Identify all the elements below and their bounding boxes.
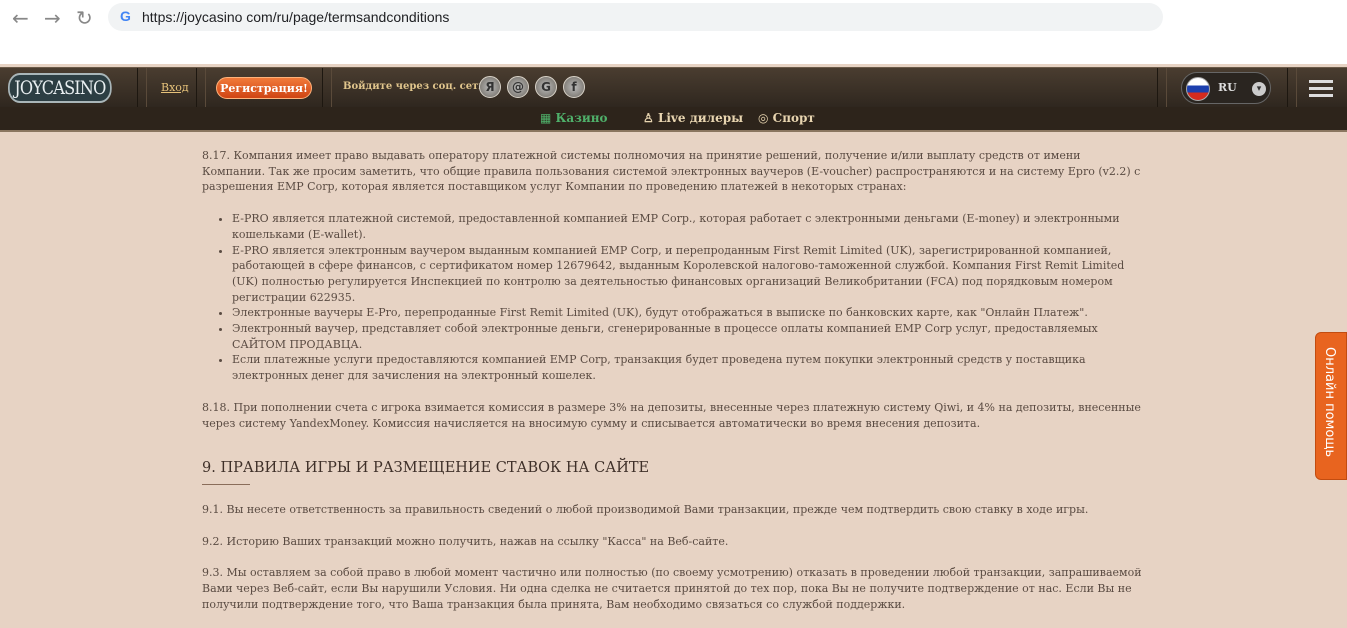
language-selector[interactable]: RU ▾: [1181, 72, 1271, 104]
language-label: RU: [1218, 81, 1237, 94]
divider: [137, 68, 147, 108]
help-label: Онлайн помощь: [1322, 347, 1337, 458]
tab-live-dealers[interactable]: ♙ Live дилеры: [643, 111, 743, 125]
list-item: E-PRO является электронным ваучером выда…: [232, 243, 1142, 306]
dealer-icon: ♙: [643, 111, 658, 125]
slot-icon: ▦: [540, 111, 556, 125]
google-icon: G: [120, 8, 131, 24]
list-item: E-PRO является платежной системой, предо…: [232, 211, 1142, 242]
terms-content: 8.17. Компания имеет право выдавать опер…: [202, 148, 1142, 628]
yandex-icon[interactable]: Я: [479, 76, 501, 98]
divider: [322, 68, 332, 108]
browser-toolbar: ← → ↻ Ghttps://joycasino com/ru/page/ter…: [0, 0, 1347, 64]
paragraph-9-1: 9.1. Вы несете ответственность за правил…: [202, 502, 1089, 516]
ball-icon: ◎: [758, 111, 773, 125]
category-tabs: ▦ Казино ♙ Live дилеры ◎ Спорт: [0, 107, 1347, 132]
list-item: Если платежные услуги предоставляются ко…: [232, 352, 1142, 383]
list-item: Электронный ваучер, представляет собой э…: [232, 321, 1142, 352]
tab-sport[interactable]: ◎ Спорт: [758, 111, 815, 125]
back-icon[interactable]: ←: [12, 6, 29, 30]
menu-icon[interactable]: [1309, 80, 1333, 101]
tab-label: Спорт: [772, 111, 815, 125]
login-link[interactable]: Вход: [161, 81, 189, 94]
russia-flag-icon: [1186, 77, 1210, 101]
logo[interactable]: JOYCASINO: [8, 73, 112, 103]
paragraph-9-2: 9.2. Историю Ваших транзакций можно полу…: [202, 534, 729, 548]
site-header: JOYCASINO Вход Регистрация! Войдите чере…: [0, 67, 1347, 108]
social-login-label: Войдите через соц. сети:: [343, 81, 490, 92]
paragraph-9-3: 9.3. Мы оставляем за собой право в любой…: [202, 566, 1142, 611]
paragraph-8-18: 8.18. При пополнении счета с игрока взим…: [202, 400, 1141, 430]
google-icon[interactable]: G: [535, 76, 557, 98]
address-bar[interactable]: Ghttps://joycasino com/ru/page/termsandc…: [108, 3, 1163, 31]
chevron-down-icon: ▾: [1252, 82, 1266, 96]
section-heading: 9. ПРАВИЛА ИГРЫ И РАЗМЕЩЕНИЕ СТАВОК НА С…: [202, 461, 1142, 485]
tab-casino[interactable]: ▦ Казино: [540, 111, 608, 125]
register-button[interactable]: Регистрация!: [216, 77, 312, 99]
bullet-list: E-PRO является платежной системой, предо…: [232, 211, 1142, 384]
reload-icon[interactable]: ↻: [76, 6, 93, 30]
divider: [196, 68, 206, 108]
tab-label: Казино: [555, 111, 608, 125]
tab-label: Live дилеры: [657, 111, 744, 125]
divider: [1287, 68, 1297, 108]
forward-icon[interactable]: →: [44, 6, 61, 30]
paragraph-8-17: 8.17. Компания имеет право выдавать опер…: [202, 149, 1141, 194]
divider: [1157, 68, 1167, 108]
url-text: https://joycasino com/ru/page/termsandco…: [142, 9, 450, 25]
list-item: Электронные ваучеры E-Pro, перепроданные…: [232, 305, 1142, 321]
mail-icon[interactable]: @: [507, 76, 529, 98]
facebook-icon[interactable]: f: [563, 76, 585, 98]
online-help-button[interactable]: Онлайн помощь: [1315, 332, 1347, 480]
